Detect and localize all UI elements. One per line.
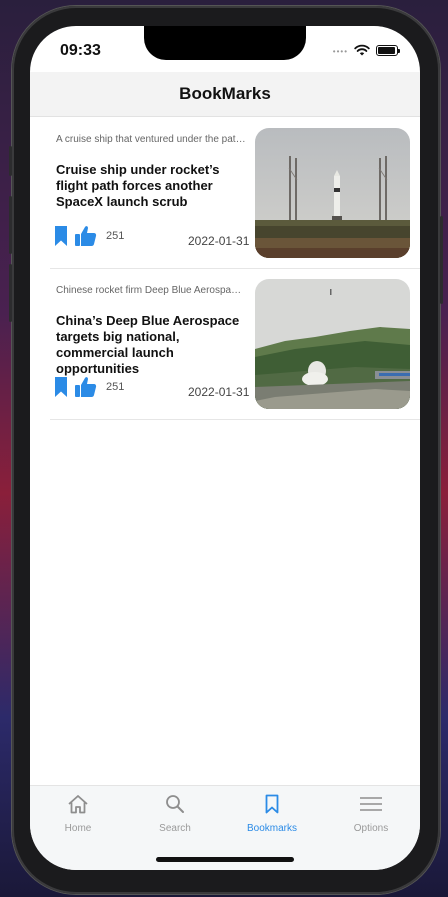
article-card[interactable]: A cruise ship that ventured under the pa… <box>50 118 420 269</box>
article-title[interactable]: China’s Deep Blue Aerospace targets big … <box>56 313 246 377</box>
mute-switch <box>9 146 12 176</box>
tab-home[interactable]: Home <box>30 794 126 834</box>
article-actions: 251 <box>54 224 124 248</box>
volume-down-button <box>9 264 12 322</box>
article-date: 2022-01-31 <box>188 385 250 399</box>
tab-label: Bookmarks <box>246 823 297 834</box>
article-snippet: Chinese rocket firm Deep Blue Aerospace … <box>56 285 246 296</box>
article-card[interactable]: Chinese rocket firm Deep Blue Aerospace … <box>50 269 420 420</box>
tab-search[interactable]: Search <box>127 794 223 834</box>
notch <box>144 26 306 60</box>
like-count: 251 <box>106 381 125 393</box>
page-title: BookMarks <box>179 84 271 103</box>
article-title[interactable]: Cruise ship under rocket’s flight path f… <box>56 162 246 210</box>
signal-dots-icon: •••• <box>332 46 348 56</box>
tab-bar: Home Search Bookmarks Options <box>30 785 420 870</box>
thumbs-up-icon[interactable] <box>74 375 98 399</box>
tab-options[interactable]: Options <box>323 794 419 834</box>
bookmark-icon[interactable] <box>54 376 68 398</box>
status-icons: •••• <box>332 44 400 56</box>
bookmark-list[interactable]: A cruise ship that ventured under the pa… <box>30 118 420 420</box>
thumbs-up-icon[interactable] <box>74 224 98 248</box>
battery-icon <box>376 44 400 56</box>
article-actions: 251 <box>54 375 124 399</box>
menu-icon <box>360 797 382 811</box>
navigation-bar: BookMarks <box>30 72 420 117</box>
rocket-launch-image[interactable] <box>255 128 410 258</box>
article-date: 2022-01-31 <box>188 234 250 248</box>
volume-up-button <box>9 196 12 254</box>
home-icon <box>68 795 88 814</box>
article-snippet: A cruise ship that ventured under the pa… <box>56 134 246 145</box>
app-screen: 09:33 •••• BookMarks A cruise ship that … <box>30 26 420 870</box>
tab-label: Search <box>159 823 191 834</box>
bookmark-icon[interactable] <box>54 225 68 247</box>
bookmark-icon <box>265 794 279 814</box>
like-count: 251 <box>106 230 125 242</box>
search-icon <box>166 795 184 813</box>
tab-bookmarks[interactable]: Bookmarks <box>224 794 320 834</box>
power-button <box>440 216 443 304</box>
home-indicator[interactable] <box>156 857 294 862</box>
rocket-test-image[interactable] <box>255 279 410 409</box>
tab-label: Options <box>353 823 389 834</box>
wifi-icon <box>354 44 370 56</box>
status-time: 09:33 <box>60 42 101 59</box>
tab-label: Home <box>64 823 92 834</box>
